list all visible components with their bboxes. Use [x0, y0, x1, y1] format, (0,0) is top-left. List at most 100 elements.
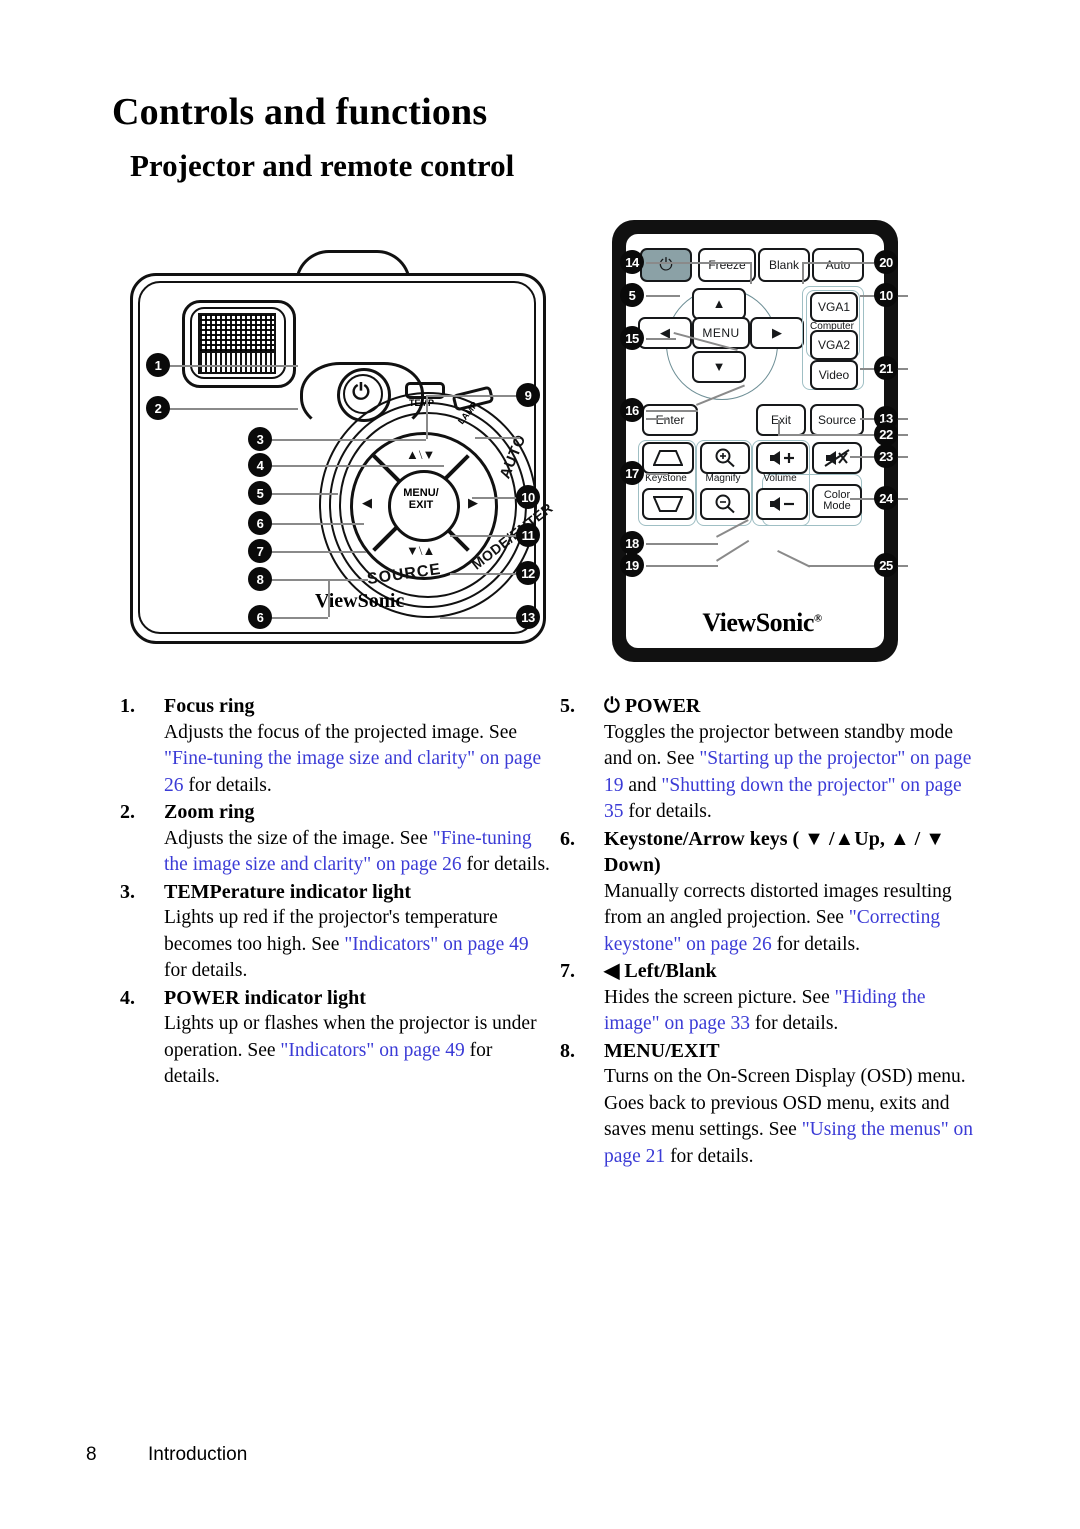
description-text: for details.	[461, 854, 550, 875]
item-title: Zoom ring	[164, 801, 255, 823]
remote-magnify-in-button[interactable]	[700, 442, 750, 474]
item-body: ◀ Left/Blank Hides the screen picture. Se…	[604, 958, 982, 1038]
description-text: for details.	[183, 774, 272, 796]
item-description: Toggles the projector between standby mo…	[604, 720, 982, 826]
item-description: Turns on the On-Screen Display (OSD) men…	[604, 1064, 982, 1170]
callout-10: 10	[516, 485, 540, 509]
controls-figure: ⏻ TEMP LAMP ▲\▼ ▼\▲ ◀ ▶ MENU/ EXIT AUTO …	[0, 210, 1080, 680]
remote-power-button[interactable]: ⏻	[640, 248, 692, 282]
remote-up-button[interactable]: ▲	[692, 288, 746, 320]
item-number: 8.	[560, 1039, 575, 1062]
item-number: 1.	[120, 695, 135, 717]
remote-keystone-up-button[interactable]	[642, 442, 694, 474]
item-description: Lights up red if the projector's tempera…	[164, 905, 552, 985]
remote-volume-down-button[interactable]	[756, 488, 808, 520]
keystone-up-icon	[653, 450, 683, 466]
remote-enter-button[interactable]: Enter	[642, 404, 698, 436]
page-title: Controls and functions	[112, 91, 488, 133]
callout-19: 19	[620, 553, 644, 577]
remote-exit-button[interactable]: Exit	[756, 404, 806, 436]
description-text: for details.	[771, 933, 860, 955]
remote-volume-label: Volume	[763, 473, 797, 484]
zoom-ring[interactable]	[198, 351, 276, 374]
item-title: ◀ Left/Blank	[604, 960, 717, 982]
remote-color-mode-button[interactable]: Color Mode	[812, 484, 862, 518]
dpad-down-keystone-icon[interactable]: ▼\▲	[406, 544, 435, 557]
page-footer: 8 Introduction	[86, 1444, 247, 1466]
description-text: Adjusts the size of the image. See	[164, 827, 433, 849]
dpad-up-keystone-icon[interactable]: ▲\▼	[406, 448, 435, 461]
remote-left-button[interactable]: ◀	[638, 317, 692, 349]
callout-14: 14	[620, 250, 644, 274]
footer-label: Introduction	[148, 1444, 248, 1465]
callout-23: 23	[874, 444, 898, 468]
callout-6b: 6	[248, 605, 272, 629]
remote-magnify-out-button[interactable]	[700, 488, 750, 520]
remote-vga2-button[interactable]: VGA2	[810, 330, 858, 360]
remote-vga1-button[interactable]: VGA1	[810, 292, 858, 322]
callout-2: 2	[146, 396, 170, 420]
item-body: Focus ring Adjusts the focus of the proje…	[164, 693, 552, 799]
remote-video-button[interactable]: Video	[810, 360, 858, 390]
item-description: Manually corrects distorted images resul…	[604, 879, 982, 959]
remote-right-button[interactable]: ▶	[750, 317, 804, 349]
color-mode-line2: Mode	[823, 500, 851, 512]
remote-mute-button[interactable]	[812, 442, 862, 474]
item-number: 3.	[120, 880, 135, 903]
callout-12: 12	[516, 561, 540, 585]
magnify-plus-icon	[715, 448, 735, 468]
item-number: 5.	[560, 695, 575, 717]
remote-control-illustration: ⏻ Freeze Blank Auto ▲ ◀ MENU ▶ ▼ VGA1 Co…	[612, 220, 912, 670]
remote-keystone-down-button[interactable]	[642, 488, 694, 520]
description-text: for details.	[665, 1145, 754, 1167]
item-body: MENU/EXIT Turns on the On-Screen Display …	[604, 1038, 982, 1171]
dpad-left-icon[interactable]: ◀	[362, 496, 372, 509]
focus-ring[interactable]	[198, 313, 276, 353]
list-item: 7. ◀ Left/Blank Hides the screen picture. …	[552, 958, 982, 1038]
callout-20: 20	[874, 250, 898, 274]
callout-22: 22	[874, 422, 898, 446]
magnify-minus-icon	[715, 494, 735, 514]
cross-reference-link[interactable]: "Indicators" on page 49	[344, 934, 528, 955]
callout-18: 18	[620, 531, 644, 555]
item-description: Adjusts the focus of the projected image…	[164, 720, 552, 800]
remote-down-button[interactable]: ▼	[692, 351, 746, 383]
callout-5: 5	[248, 481, 272, 505]
callout-5r: 5	[620, 283, 644, 307]
cross-reference-link[interactable]: "Indicators" on page 49	[280, 1040, 464, 1061]
list-item: 3. TEMPerature indicator light Lights up r…	[112, 879, 552, 985]
item-body: TEMPerature indicator light Lights up red…	[164, 879, 552, 985]
callout-1: 1	[146, 353, 170, 377]
list-item: 6. Keystone/Arrow keys ( ▼ /▲Up, ▲ / ▼ Do…	[552, 826, 982, 959]
description-text: Adjusts the focus of the projected image…	[164, 721, 518, 743]
description-text: Hides the screen picture. See	[604, 986, 835, 1008]
description-text: for details.	[164, 960, 248, 981]
callout-25: 25	[874, 553, 898, 577]
item-number: 6.	[560, 827, 575, 850]
callout-8: 8	[248, 567, 272, 591]
volume-up-icon	[770, 451, 794, 465]
remote-auto-button[interactable]: Auto	[812, 248, 864, 282]
remote-volume-up-button[interactable]	[756, 442, 808, 474]
item-description: Lights up or flashes when the projector …	[164, 1011, 552, 1091]
list-item: 1. Focus ring Adjusts the focus of the pro…	[112, 693, 552, 799]
item-title: Keystone/Arrow keys ( ▼ /▲Up, ▲ / ▼ Down…	[604, 827, 946, 877]
list-item: 5. ⏻ POWER Toggles the projector between s…	[552, 693, 982, 826]
remote-source-button[interactable]: Source	[810, 404, 864, 436]
item-title: POWER indicator light	[164, 986, 366, 1009]
right-text-column: 5. ⏻ POWER Toggles the projector between s…	[552, 693, 982, 1170]
keystone-down-icon	[653, 496, 683, 512]
callout-9: 9	[516, 383, 540, 407]
projector-control-panel: ⏻ TEMP LAMP ▲\▼ ▼\▲ ◀ ▶ MENU/ EXIT AUTO …	[295, 360, 556, 618]
callout-4: 4	[248, 453, 272, 477]
item-body: ⏻ POWER Toggles the projector between sta…	[604, 693, 982, 826]
mute-icon	[824, 449, 850, 467]
item-number: 2.	[120, 801, 135, 823]
callout-17: 17	[620, 461, 644, 485]
item-number: 4.	[120, 986, 135, 1009]
remote-freeze-button[interactable]: Freeze	[698, 248, 756, 282]
callout-15: 15	[620, 326, 644, 350]
callout-11: 11	[516, 523, 540, 547]
left-text-column: 1. Focus ring Adjusts the focus of the pro…	[112, 693, 552, 1091]
volume-down-icon	[770, 497, 794, 511]
